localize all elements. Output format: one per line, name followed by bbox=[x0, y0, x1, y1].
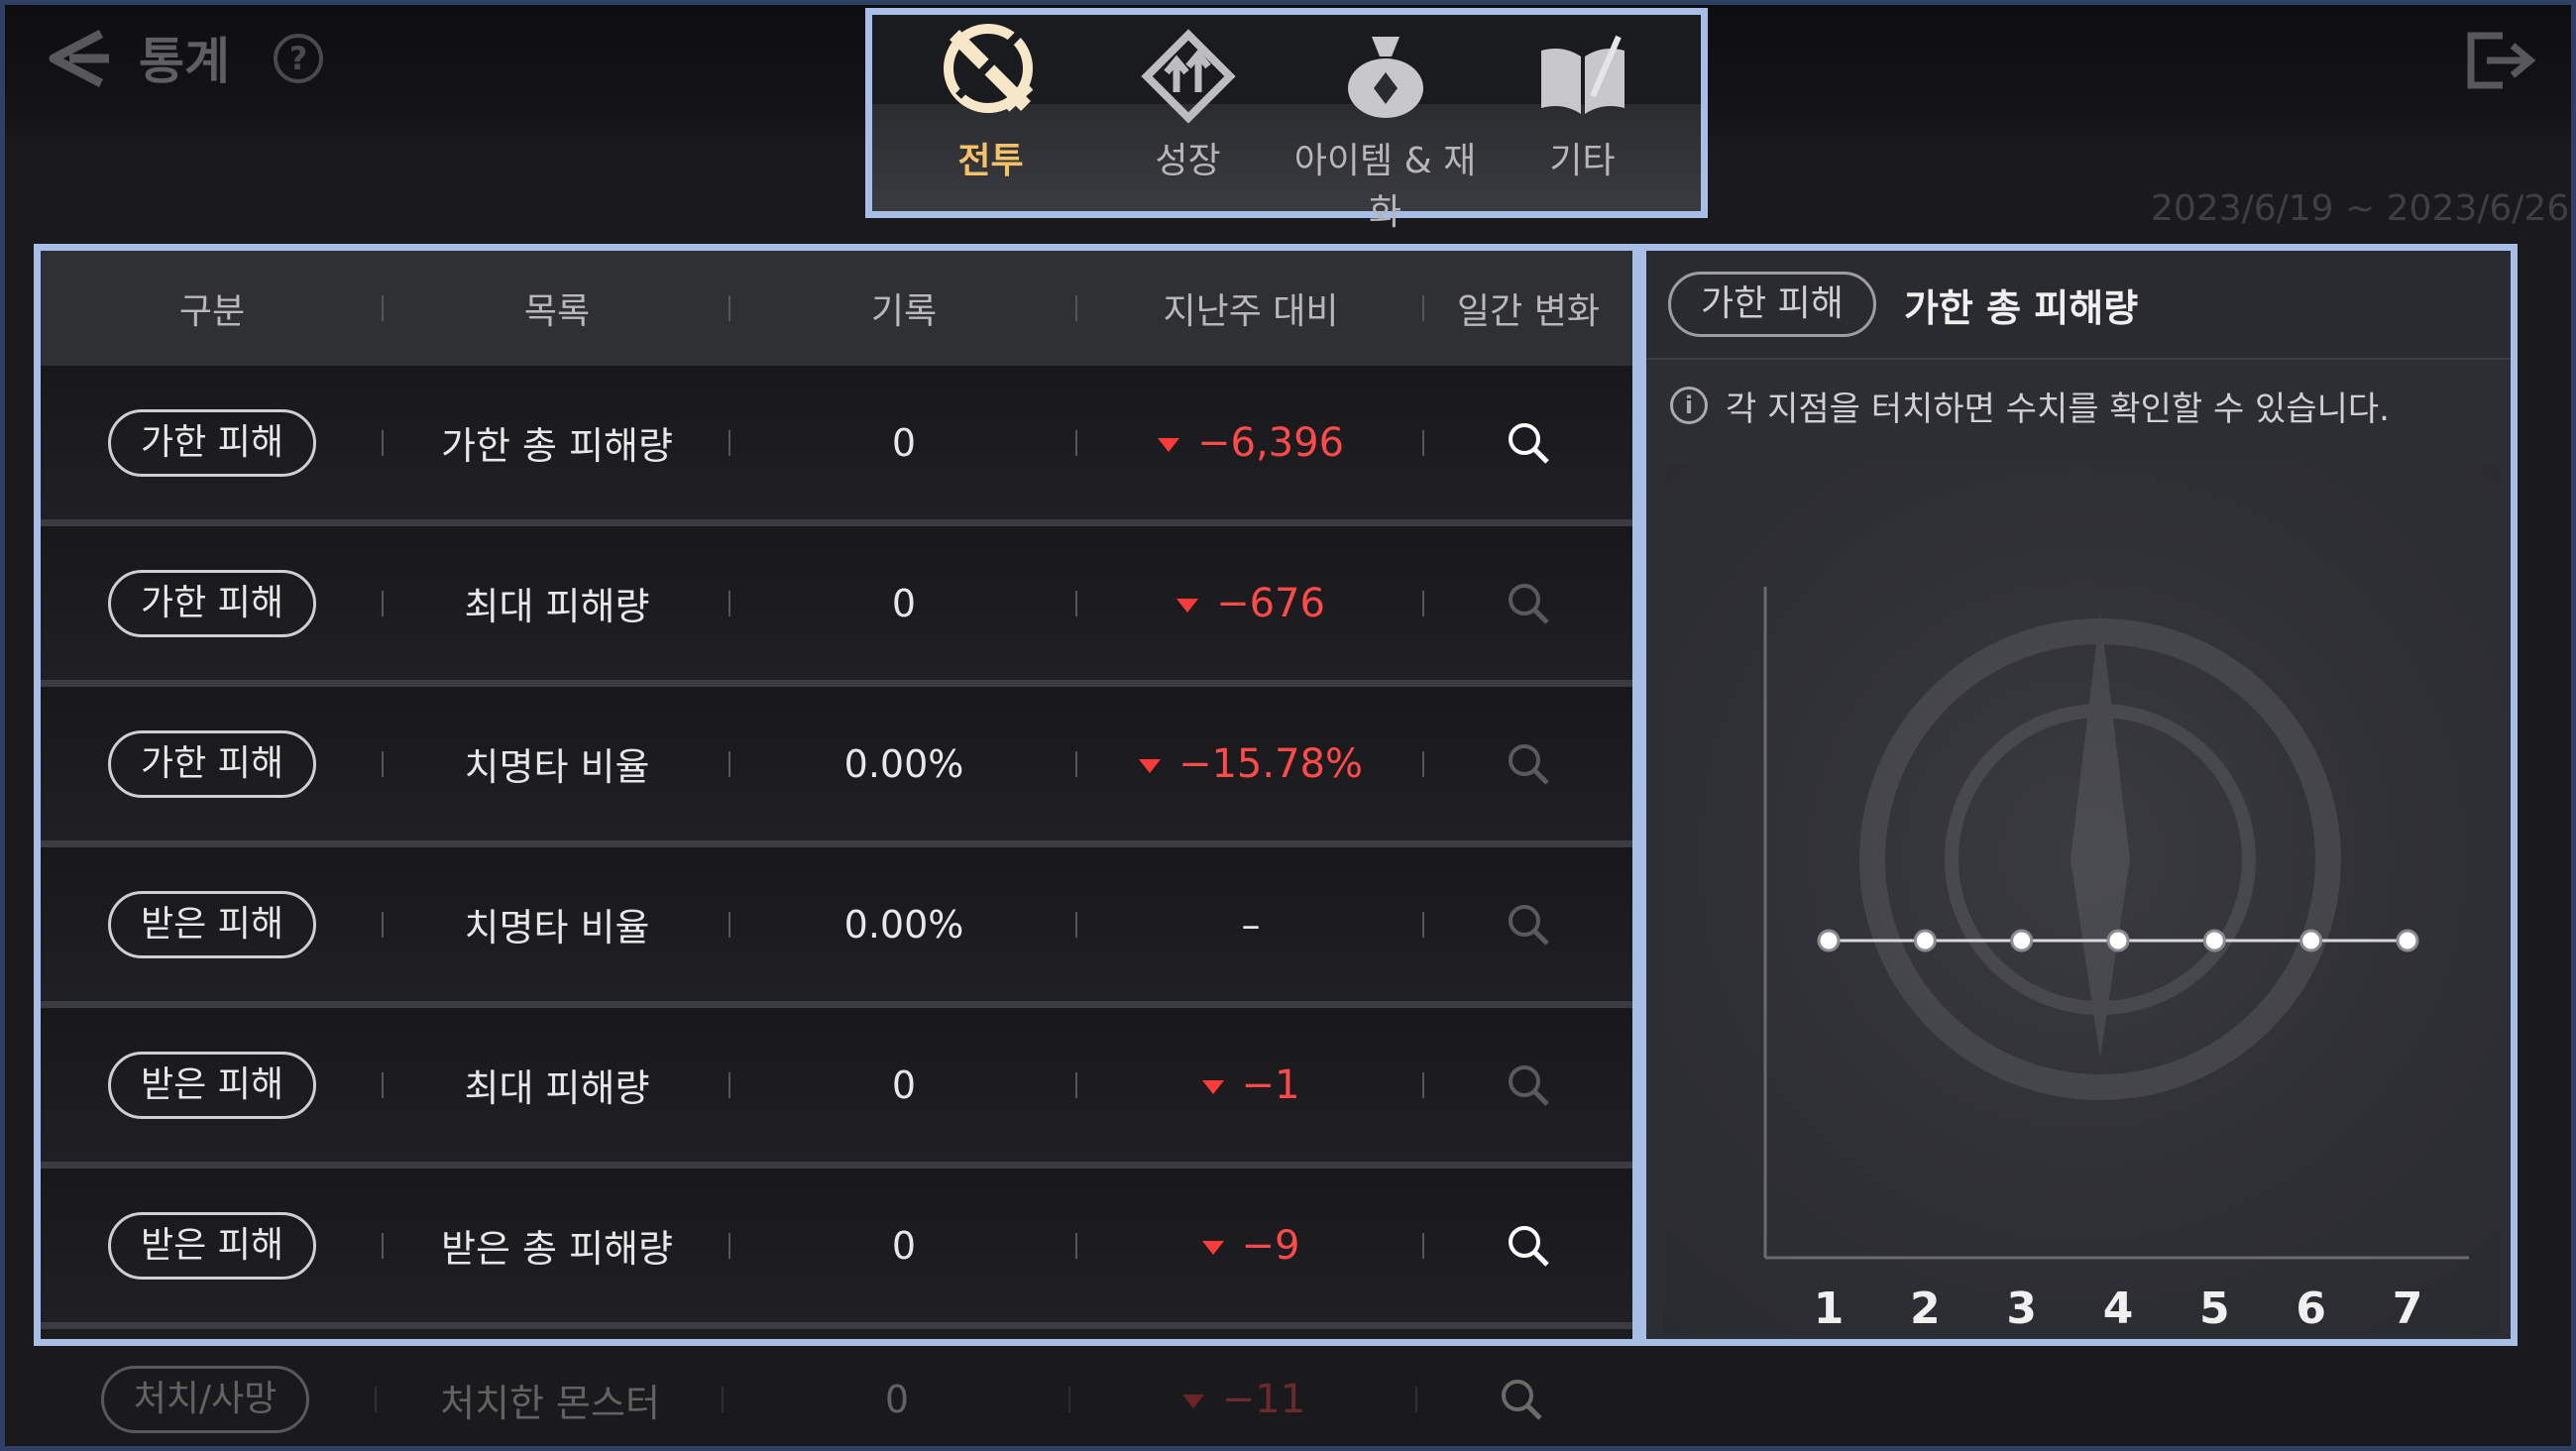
record-value: 0.00% bbox=[730, 687, 1077, 840]
x-tick-label: 6 bbox=[2296, 1284, 2326, 1334]
touch-notice: i 각 지점을 터치하면 수치를 확인할 수 있습니다. bbox=[1646, 360, 2511, 451]
category-badge: 받은 피해 bbox=[108, 1051, 316, 1119]
category-badge: 처치/사망 bbox=[100, 1366, 310, 1433]
chart-emblem-watermark bbox=[1859, 612, 2341, 1100]
magnifier-icon bbox=[1417, 1348, 1625, 1451]
data-point-4[interactable] bbox=[2106, 929, 2130, 952]
table-row[interactable]: 가한 피해 치명타 비율 0.00% −15.78% bbox=[41, 687, 1632, 847]
data-point-3[interactable] bbox=[2010, 929, 2034, 952]
data-point-5[interactable] bbox=[2202, 929, 2226, 952]
tab-etc[interactable]: 기타 bbox=[1489, 15, 1677, 211]
tab-label: 성장 bbox=[1155, 141, 1221, 181]
tab-label: 아이템 & 재화 bbox=[1293, 141, 1477, 233]
table-body: 가한 피해 가한 총 피해량 0 −6,396 가한 피해 최대 피해량 0 −… bbox=[41, 366, 1632, 1329]
down-triangle-icon bbox=[1181, 1395, 1204, 1408]
delta-value: −9 bbox=[1201, 1223, 1299, 1269]
category-badge: 가한 피해 bbox=[108, 408, 316, 477]
back-arrow-icon[interactable] bbox=[40, 24, 119, 93]
item-name: 최대 피해량 bbox=[384, 1008, 730, 1162]
tab-combat[interactable]: 전투 bbox=[897, 15, 1085, 211]
table-row[interactable]: 받은 피해 받은 총 피해량 0 −9 bbox=[41, 1169, 1632, 1329]
column-header-record: 기록 bbox=[730, 282, 1077, 334]
x-tick-label: 7 bbox=[2393, 1284, 2423, 1334]
table-row[interactable]: 받은 피해 최대 피해량 0 −1 bbox=[41, 1008, 1632, 1169]
tab-items-currency[interactable]: 아이템 & 재화 bbox=[1291, 15, 1480, 233]
x-tick-label: 5 bbox=[2199, 1284, 2230, 1334]
table-row[interactable]: 받은 피해 치명타 비율 0.00% – bbox=[41, 847, 1632, 1008]
down-triangle-icon bbox=[1201, 1240, 1224, 1255]
column-header-daily-change: 일간 변화 bbox=[1457, 291, 1600, 332]
magnifier-icon[interactable] bbox=[1424, 366, 1632, 519]
magnifier-icon[interactable] bbox=[1424, 1169, 1632, 1322]
info-icon: i bbox=[1670, 387, 1708, 424]
item-name: 치명타 비율 bbox=[384, 847, 730, 1001]
data-point-2[interactable] bbox=[1913, 929, 1937, 952]
daily-change-chart: 1 2 3 4 5 6 7 bbox=[1664, 463, 2500, 1335]
delta-value: −676 bbox=[1176, 581, 1325, 626]
delta-value: – bbox=[1241, 902, 1261, 947]
magnifier-icon[interactable] bbox=[1424, 1008, 1632, 1162]
table-header: 구분 목록 기록 지난주 대비 일간 변화 bbox=[41, 251, 1632, 366]
category-badge: 가한 피해 bbox=[108, 569, 316, 637]
detail-panel: 가한 피해 가한 총 피해량 i 각 지점을 터치하면 수치를 확인할 수 있습… bbox=[1639, 244, 2518, 1346]
down-triangle-icon bbox=[1176, 598, 1199, 613]
item-name: 받은 총 피해량 bbox=[384, 1169, 730, 1322]
record-value: 0 bbox=[730, 366, 1077, 519]
x-tick-label: 3 bbox=[2006, 1284, 2037, 1334]
growth-arrows-icon bbox=[1094, 15, 1283, 132]
date-range: 2023/6/19 ~ 2023/6/26 bbox=[2151, 188, 2570, 229]
stats-table: 구분 목록 기록 지난주 대비 일간 변화 가한 피해 가한 총 피해량 0 −… bbox=[34, 244, 1639, 1346]
category-badge: 받은 피해 bbox=[108, 1211, 316, 1280]
delta-value: −6,396 bbox=[1157, 420, 1344, 466]
record-value: 0 bbox=[730, 1008, 1077, 1162]
x-tick-label: 4 bbox=[2103, 1284, 2134, 1334]
detail-header: 가한 피해 가한 총 피해량 bbox=[1646, 251, 2511, 360]
column-header-item: 목록 bbox=[384, 282, 730, 334]
delta-value: −15.78% bbox=[1138, 741, 1363, 787]
record-value: 0 bbox=[730, 526, 1077, 680]
column-header-vs-last-week: 지난주 대비 bbox=[1077, 282, 1424, 334]
crossed-swords-icon bbox=[897, 15, 1085, 132]
magnifier-icon[interactable] bbox=[1424, 687, 1632, 840]
table-row[interactable]: 가한 피해 가한 총 피해량 0 −6,396 bbox=[41, 366, 1632, 526]
chart-svg: 1 2 3 4 5 6 7 bbox=[1763, 587, 2469, 1334]
money-bag-icon bbox=[1291, 15, 1480, 132]
category-badge: 가한 피해 bbox=[108, 729, 316, 798]
table-row-overflow: 처치/사망 처치한 몬스터 0 −11 bbox=[34, 1348, 1639, 1451]
book-icon bbox=[1489, 15, 1677, 132]
item-name: 최대 피해량 bbox=[384, 526, 730, 680]
item-name: 치명타 비율 bbox=[384, 687, 730, 840]
record-value: 0 bbox=[724, 1348, 1070, 1451]
notice-text: 각 지점을 터치하면 수치를 확인할 수 있습니다. bbox=[1726, 389, 2390, 429]
x-tick-labels: 1 2 3 4 5 6 7 bbox=[1814, 1284, 2423, 1334]
record-value: 0 bbox=[730, 1169, 1077, 1322]
magnifier-icon[interactable] bbox=[1424, 847, 1632, 1001]
record-value: 0.00% bbox=[730, 847, 1077, 1001]
data-point-7[interactable] bbox=[2396, 929, 2419, 952]
x-tick-label: 2 bbox=[1910, 1284, 1941, 1334]
magnifier-icon[interactable] bbox=[1424, 526, 1632, 680]
tab-label: 전투 bbox=[957, 141, 1024, 181]
exit-icon[interactable] bbox=[2463, 28, 2538, 93]
down-triangle-icon bbox=[1157, 437, 1179, 452]
help-icon[interactable]: ? bbox=[274, 34, 323, 83]
table-row[interactable]: 가한 피해 최대 피해량 0 −676 bbox=[41, 526, 1632, 687]
tab-growth[interactable]: 성장 bbox=[1094, 15, 1283, 211]
x-tick-label: 1 bbox=[1814, 1284, 1845, 1334]
data-point-1[interactable] bbox=[1817, 929, 1841, 952]
tab-label: 기타 bbox=[1549, 141, 1616, 181]
down-triangle-icon bbox=[1201, 1079, 1224, 1094]
detail-title: 가한 총 피해량 bbox=[1903, 285, 2139, 330]
category-tabs: 전투 성장 아이템 & 재화 기타 bbox=[865, 8, 1708, 233]
delta-value: −11 bbox=[1181, 1377, 1305, 1422]
detail-category-badge: 가한 피해 bbox=[1668, 272, 1876, 337]
delta-value: −1 bbox=[1201, 1062, 1299, 1108]
item-name: 가한 총 피해량 bbox=[384, 366, 730, 519]
data-point-6[interactable] bbox=[2299, 929, 2323, 952]
down-triangle-icon bbox=[1138, 758, 1161, 773]
page-title: 통계 bbox=[139, 33, 230, 90]
item-name: 처치한 몬스터 bbox=[377, 1348, 724, 1451]
category-badge: 받은 피해 bbox=[108, 890, 316, 958]
column-header-category: 구분 bbox=[41, 282, 384, 334]
